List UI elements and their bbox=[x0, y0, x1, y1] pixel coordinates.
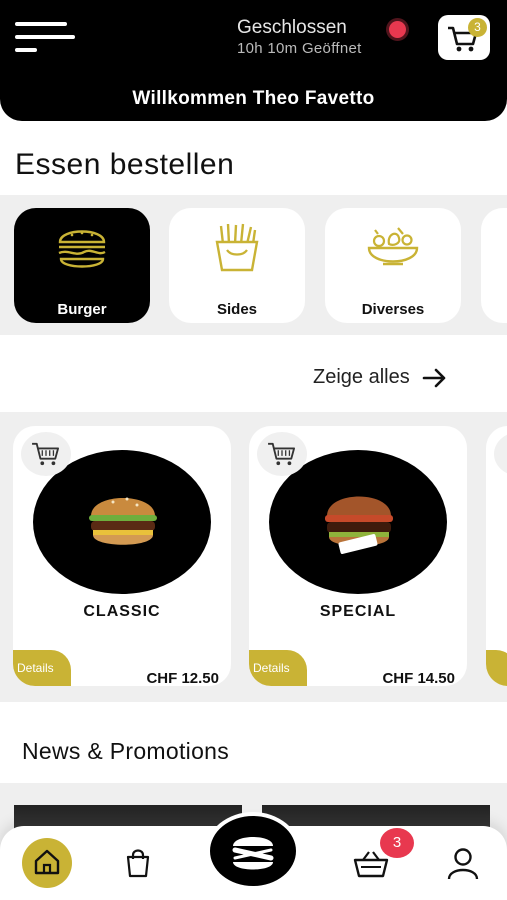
hamburger-menu-icon[interactable] bbox=[15, 22, 75, 54]
cart-icon bbox=[32, 442, 59, 466]
product-price: CHF 12.50 bbox=[146, 670, 219, 686]
add-to-cart-button[interactable] bbox=[21, 432, 71, 476]
category-burger[interactable]: Burger bbox=[14, 208, 150, 323]
cart-count-badge: 3 bbox=[468, 18, 487, 37]
news-section-title: News & Promotions bbox=[22, 738, 230, 764]
status-open-countdown: 10h 10m Geöffnet bbox=[237, 40, 362, 57]
brand-logo bbox=[232, 837, 274, 870]
basket-count-badge: 3 bbox=[380, 828, 414, 858]
app-header: Geschlossen 10h 10m Geöffnet 3 Willkomme… bbox=[0, 0, 507, 121]
details-button[interactable] bbox=[486, 650, 507, 686]
product-card-next[interactable] bbox=[486, 426, 507, 686]
salad-bowl-icon bbox=[367, 227, 419, 266]
status-indicator-dot bbox=[389, 21, 406, 38]
category-sides[interactable]: Sides bbox=[169, 208, 305, 323]
basket-icon bbox=[353, 851, 389, 878]
nav-profile[interactable] bbox=[438, 838, 488, 888]
welcome-message: Willkommen Theo Favetto bbox=[132, 88, 375, 109]
home-icon bbox=[34, 849, 60, 875]
burger-photo bbox=[89, 497, 157, 545]
brand-logo-button[interactable] bbox=[206, 812, 300, 890]
category-more[interactable] bbox=[481, 208, 507, 323]
nav-orders[interactable] bbox=[112, 838, 162, 888]
arrow-right-icon bbox=[422, 368, 446, 387]
product-list: CLASSIC Details CHF 12.50 SPECIAL Detail… bbox=[0, 412, 507, 702]
see-all-link[interactable]: Zeige alles bbox=[313, 366, 448, 389]
header-cart-button[interactable]: 3 bbox=[438, 15, 490, 60]
cart-icon bbox=[268, 442, 296, 466]
burger-icon bbox=[58, 230, 106, 268]
product-card-classic[interactable]: CLASSIC Details CHF 12.50 bbox=[13, 426, 231, 686]
see-all-label: Zeige alles bbox=[313, 366, 410, 388]
order-section-title: Essen bestellen bbox=[15, 148, 235, 181]
category-diverses[interactable]: Diverses bbox=[325, 208, 461, 323]
product-price: CHF 14.50 bbox=[382, 670, 455, 686]
details-button[interactable]: Details bbox=[13, 650, 71, 686]
details-button[interactable]: Details bbox=[249, 650, 307, 686]
product-name: CLASSIC bbox=[83, 603, 161, 620]
shopping-bag-icon bbox=[126, 849, 150, 878]
category-list: Burger Sides Diverses bbox=[0, 195, 507, 335]
fries-icon bbox=[215, 223, 259, 272]
burger-photo bbox=[325, 496, 393, 554]
product-card-special[interactable]: SPECIAL Details CHF 14.50 bbox=[249, 426, 467, 686]
product-name: SPECIAL bbox=[319, 603, 397, 620]
user-icon bbox=[447, 848, 479, 880]
add-to-cart-button[interactable] bbox=[494, 432, 507, 476]
category-label: Diverses bbox=[361, 301, 425, 318]
category-label: Burger bbox=[57, 301, 107, 318]
category-label: Sides bbox=[216, 301, 258, 318]
nav-home[interactable] bbox=[22, 838, 72, 888]
add-to-cart-button[interactable] bbox=[257, 432, 307, 476]
